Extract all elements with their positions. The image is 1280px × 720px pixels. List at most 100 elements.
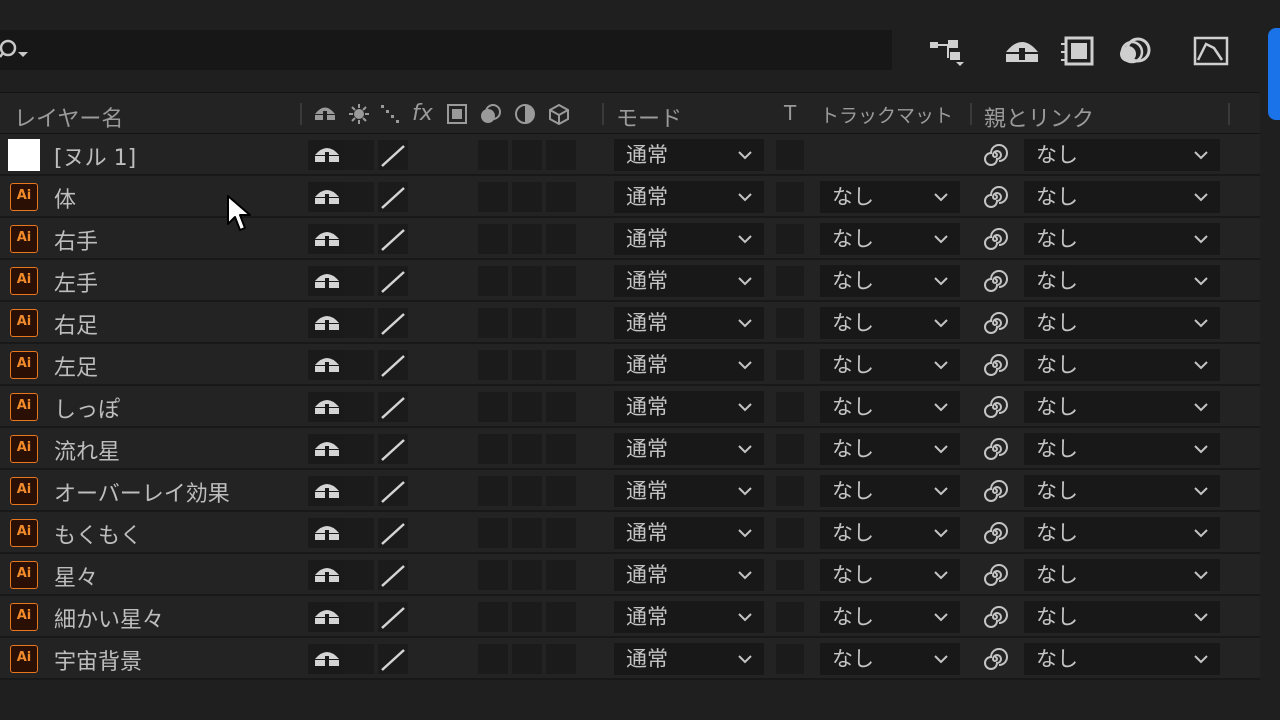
preserve-transparency-switch[interactable] (776, 434, 804, 464)
parent-dropdown[interactable]: なし (1024, 475, 1220, 507)
collapse-switch[interactable] (344, 224, 374, 254)
layer-name[interactable]: 右手 (54, 224, 98, 256)
preserve-transparency-switch[interactable] (776, 308, 804, 338)
preserve-transparency-switch[interactable] (776, 476, 804, 506)
collapse-switch[interactable] (344, 476, 374, 506)
layer-name-column-header[interactable]: レイヤー名 (14, 101, 123, 133)
motion-blur-switch[interactable] (546, 644, 576, 674)
blend-mode-dropdown[interactable]: 通常 (614, 265, 764, 297)
motion-blur-switch[interactable] (546, 518, 576, 548)
parent-dropdown[interactable]: なし (1024, 139, 1220, 171)
frame-blend-switch[interactable] (512, 518, 542, 548)
timeline-empty-area[interactable] (0, 680, 1280, 720)
shy-layers-icon[interactable] (1002, 34, 1042, 68)
frame-blend-switch[interactable] (512, 140, 542, 170)
pick-whip-icon[interactable] (982, 352, 1008, 378)
effects-switch[interactable] (478, 308, 508, 338)
track-matte-dropdown[interactable]: なし (820, 517, 960, 549)
effects-switch[interactable] (478, 518, 508, 548)
layer-search-field[interactable] (0, 30, 892, 70)
track-matte-dropdown[interactable]: なし (820, 391, 960, 423)
motion-blur-switch[interactable] (546, 350, 576, 380)
column-divider[interactable] (602, 103, 604, 125)
frame-blend-switch[interactable] (512, 476, 542, 506)
panel-scroll-handle[interactable] (1268, 28, 1280, 120)
layer-name[interactable]: もくもく (54, 518, 142, 550)
layer-name[interactable]: 星々 (54, 560, 98, 592)
layer-row[interactable]: Ai 流れ星 通常 なし なし (0, 428, 1260, 470)
column-divider[interactable] (970, 103, 972, 125)
motion-blur-switch[interactable] (546, 224, 576, 254)
effects-switch[interactable] (478, 560, 508, 590)
parent-dropdown[interactable]: なし (1024, 223, 1220, 255)
effects-switch[interactable] (478, 224, 508, 254)
pick-whip-icon[interactable] (982, 226, 1008, 252)
motion-blur-switch[interactable] (546, 308, 576, 338)
collapse-switch[interactable] (344, 140, 374, 170)
blend-mode-dropdown[interactable]: 通常 (614, 643, 764, 675)
preserve-transparency-switch[interactable] (776, 350, 804, 380)
pick-whip-icon[interactable] (982, 184, 1008, 210)
collapse-switch[interactable] (344, 560, 374, 590)
track-matte-dropdown[interactable]: なし (820, 601, 960, 633)
motion-blur-switch[interactable] (546, 560, 576, 590)
preserve-transparency-switch[interactable] (776, 140, 804, 170)
blend-mode-dropdown[interactable]: 通常 (614, 433, 764, 465)
blend-mode-dropdown[interactable]: 通常 (614, 181, 764, 213)
track-matte-dropdown[interactable]: なし (820, 307, 960, 339)
column-divider[interactable] (1228, 103, 1230, 125)
track-matte-dropdown[interactable]: なし (820, 475, 960, 507)
blend-mode-dropdown[interactable]: 通常 (614, 307, 764, 339)
layer-row[interactable]: Ai オーバーレイ効果 通常 なし なし (0, 470, 1260, 512)
effects-switch[interactable] (478, 182, 508, 212)
search-icon[interactable] (0, 38, 34, 64)
pick-whip-icon[interactable] (982, 604, 1008, 630)
blend-mode-dropdown[interactable]: 通常 (614, 517, 764, 549)
layer-row[interactable]: [ヌル 1] 通常 なし (0, 134, 1260, 176)
preserve-transparency-switch[interactable] (776, 602, 804, 632)
motion-blur-icon[interactable] (1116, 34, 1156, 68)
collapse-switch[interactable] (344, 602, 374, 632)
motion-blur-switch[interactable] (546, 476, 576, 506)
preserve-transparency-switch[interactable] (776, 182, 804, 212)
effects-switch[interactable] (478, 602, 508, 632)
pick-whip-icon[interactable] (982, 562, 1008, 588)
blend-mode-dropdown[interactable]: 通常 (614, 475, 764, 507)
effects-switch[interactable] (478, 266, 508, 296)
motion-blur-switch[interactable] (546, 392, 576, 422)
layer-row[interactable]: Ai 左足 通常 なし なし (0, 344, 1260, 386)
parent-dropdown[interactable]: なし (1024, 391, 1220, 423)
parent-dropdown[interactable]: なし (1024, 517, 1220, 549)
frame-blend-switch[interactable] (512, 350, 542, 380)
pick-whip-icon[interactable] (982, 310, 1008, 336)
effects-switch[interactable] (478, 476, 508, 506)
effects-switch[interactable] (478, 140, 508, 170)
track-matte-dropdown[interactable]: なし (820, 349, 960, 381)
frame-blend-switch[interactable] (512, 644, 542, 674)
layer-row[interactable]: Ai しっぽ 通常 なし なし (0, 386, 1260, 428)
track-matte-dropdown[interactable]: なし (820, 265, 960, 297)
track-matte-dropdown[interactable]: なし (820, 559, 960, 591)
parent-dropdown[interactable]: なし (1024, 307, 1220, 339)
preserve-transparency-switch[interactable] (776, 392, 804, 422)
frame-blend-switch[interactable] (512, 266, 542, 296)
collapse-switch[interactable] (344, 308, 374, 338)
pick-whip-icon[interactable] (982, 520, 1008, 546)
layer-row[interactable]: Ai 星々 通常 なし なし (0, 554, 1260, 596)
blend-mode-dropdown[interactable]: 通常 (614, 223, 764, 255)
blend-mode-dropdown[interactable]: 通常 (614, 601, 764, 633)
parent-link-column-header[interactable]: 親とリンク (984, 101, 1094, 133)
motion-blur-switch[interactable] (546, 602, 576, 632)
pick-whip-icon[interactable] (982, 478, 1008, 504)
preserve-transparency-switch[interactable] (776, 518, 804, 548)
mode-column-header[interactable]: モード (616, 101, 682, 133)
pick-whip-icon[interactable] (982, 142, 1008, 168)
layer-name[interactable]: 流れ星 (54, 434, 120, 466)
collapse-switch[interactable] (344, 518, 374, 548)
collapse-switch[interactable] (344, 434, 374, 464)
track-matte-dropdown[interactable]: なし (820, 643, 960, 675)
motion-blur-switch[interactable] (546, 266, 576, 296)
layer-name[interactable]: 体 (54, 182, 76, 214)
layer-name[interactable]: 右足 (54, 308, 98, 340)
parent-dropdown[interactable]: なし (1024, 643, 1220, 675)
